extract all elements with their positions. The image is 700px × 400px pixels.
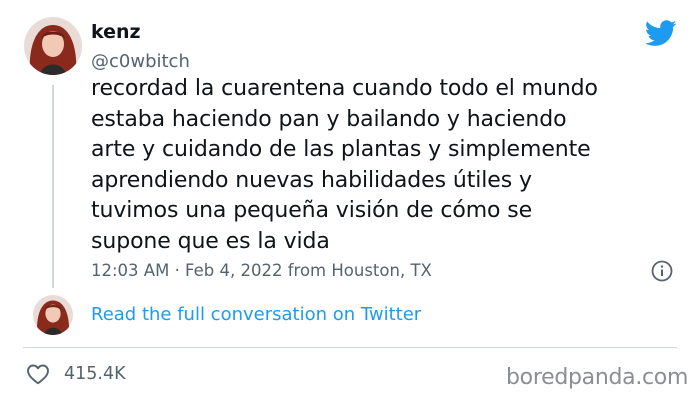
tweet-text-line: arte y cuidando de las plantas y simplem… [91, 137, 591, 162]
read-conversation-link[interactable]: Read the full conversation on Twitter [91, 303, 421, 327]
divider [23, 347, 677, 348]
tweet-text-line: supone que es la vida [91, 228, 330, 254]
twitter-bird-icon[interactable] [645, 20, 677, 47]
tweet-card: kenz @c0wbitch recordad la cuarentena cu… [0, 0, 700, 400]
avatar-small[interactable] [33, 295, 73, 335]
tweet-text: recordad la cuarentena cuando todo el mu… [91, 74, 681, 257]
tweet-timestamp[interactable]: 12:03 AM · Feb 4, 2022 from Houston, TX [91, 259, 432, 283]
tweet-text-line: aprendiendo nuevas habilidades útiles y [91, 167, 532, 193]
user-handle[interactable]: @c0wbitch [91, 50, 190, 74]
tweet-text-line: estaba haciendo pan y bailando y haciend… [91, 106, 567, 132]
avatar-image [24, 17, 82, 75]
tweet-text-line: recordad la cuarentena cuando todo el mu… [91, 76, 598, 101]
avatar[interactable] [24, 17, 82, 75]
watermark: boredpanda.com [506, 365, 689, 390]
like-count[interactable]: 415.4K [64, 362, 126, 386]
tweet-text-line: tuvimos una pequeña visión de cómo se [91, 198, 533, 223]
info-icon[interactable] [651, 260, 673, 282]
thread-line [52, 85, 54, 288]
heart-icon[interactable] [26, 363, 50, 385]
avatar-image [33, 295, 73, 335]
display-name[interactable]: kenz [91, 20, 141, 44]
